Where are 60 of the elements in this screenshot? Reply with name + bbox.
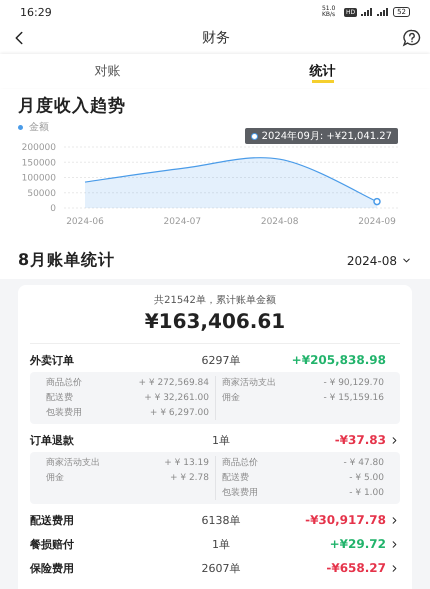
category-amount: +¥29.72: [328, 537, 386, 551]
category-amount: -¥658.27: [325, 561, 386, 575]
axis-label: 200000: [22, 143, 56, 153]
axis-label: 2024-09: [358, 217, 396, 227]
category-name: 外卖订单: [30, 352, 75, 368]
detail-value: + ¥ 272,569.84: [138, 377, 209, 390]
category-amount: -¥30,917.78: [304, 513, 386, 527]
category-name: 订单退款: [30, 432, 75, 448]
detail-label: 商品总价: [46, 376, 82, 390]
detail-label: 佣金: [222, 392, 240, 405]
signal-icon: [361, 8, 374, 16]
category-amount: -¥37.83: [334, 433, 386, 447]
detail-value: - ¥ 5.00: [349, 472, 384, 485]
detail-label: 商家活动支出: [222, 376, 276, 390]
legend-label: 金额: [29, 120, 49, 134]
legend-dot: [18, 124, 23, 130]
detail-value: + ¥ 13.19: [164, 457, 209, 470]
detail-label: 配送费: [46, 392, 73, 405]
signal-icon: [377, 8, 390, 16]
axis-label: 0: [50, 204, 56, 214]
point-marker: [373, 198, 381, 206]
total-amount: ¥163,406.61: [144, 309, 286, 333]
detail-label: 佣金: [46, 472, 64, 485]
chart-title: 月度收入趋势: [17, 95, 127, 117]
axis-label: 150000: [22, 158, 56, 168]
section-title: 8月账单统计: [18, 250, 116, 271]
category-name: 保险费用: [30, 560, 75, 576]
summary-caption: 共21542单，累计账单金额: [153, 294, 277, 307]
axis-label: 100000: [22, 174, 56, 184]
detail-value: + ¥ 32,261.00: [144, 392, 209, 405]
help-icon[interactable]: [402, 29, 422, 47]
month-picker[interactable]: 2024-08: [346, 254, 412, 268]
detail-value: - ¥ 15,159.16: [324, 392, 384, 405]
category-name: 配送费用: [30, 512, 75, 528]
axis-label: 50000: [27, 188, 56, 199]
detail-label: 包装费用: [46, 406, 82, 420]
order-count: 6297单: [200, 352, 242, 368]
tab[interactable]: 统计: [215, 54, 430, 88]
chart-tooltip: 2024年09月: +¥21,041.27: [244, 128, 398, 144]
category-amount: +¥205,838.98: [290, 353, 386, 367]
order-count: 1单: [211, 536, 231, 552]
detail-label: 商家活动支出: [46, 456, 100, 470]
tab[interactable]: 对账: [0, 54, 215, 88]
axis-label: 2024-07: [164, 217, 202, 227]
order-count: 6138单: [200, 512, 242, 528]
page-title: 财务: [202, 29, 230, 47]
detail-label: 商品总价: [222, 456, 258, 470]
status-time: 16:29: [20, 6, 52, 18]
detail-value: - ¥ 47.80: [344, 457, 384, 470]
category-name: 餐损赔付: [30, 536, 75, 552]
detail-label: 配送费: [222, 472, 249, 485]
detail-label: 包装费用: [222, 486, 258, 500]
detail-value: + ¥ 2.78: [170, 472, 209, 485]
order-count: 1单: [211, 432, 231, 448]
detail-value: - ¥ 90,129.70: [324, 377, 384, 390]
detail-value: - ¥ 1.00: [349, 487, 384, 500]
axis-label: 2024-06: [66, 217, 104, 227]
detail-value: + ¥ 6,297.00: [150, 407, 209, 420]
order-count: 2607单: [200, 560, 242, 576]
axis-label: 2024-08: [260, 217, 298, 227]
